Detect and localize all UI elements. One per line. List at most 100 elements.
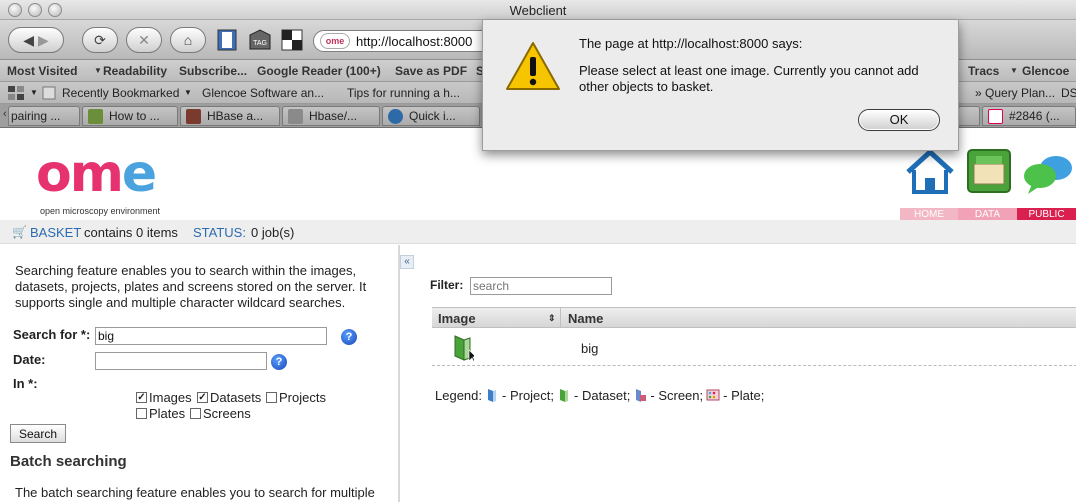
tab-ticket-2846[interactable]: #2846 (... xyxy=(982,106,1076,126)
checkbox-box[interactable]: ✓ xyxy=(136,392,147,403)
tab-label: Hbase/... xyxy=(309,109,358,123)
bookmark-folder-icon xyxy=(42,86,56,100)
tab-how-to[interactable]: How to ... xyxy=(82,106,178,126)
alert-dialog: The page at http://localhost:8000 says: … xyxy=(482,20,959,151)
logo-word: ome xyxy=(36,144,157,204)
wordpress-icon xyxy=(388,109,403,124)
window-titlebar: Webclient xyxy=(0,0,1076,20)
url-text[interactable]: http://localhost:8000 xyxy=(356,34,472,49)
bookmark-tracs[interactable]: Tracs xyxy=(968,64,999,78)
tab-label: #2846 (... xyxy=(1009,109,1060,123)
webclient-page: ome open microscopy environment HOME DAT… xyxy=(0,128,1076,502)
project-icon xyxy=(488,389,496,402)
results-panel: Filter: Image ⇕ Name big Legend: - Proje… xyxy=(416,245,1076,502)
tab-pairing[interactable]: pairing ... xyxy=(8,106,80,126)
bookmark-tips-running[interactable]: Tips for running a h... xyxy=(347,86,460,100)
warning-icon xyxy=(506,42,560,90)
checkbox-plates[interactable]: Plates xyxy=(136,406,185,421)
help-icon[interactable]: ? xyxy=(341,329,357,345)
tabs-scroll-left-icon[interactable]: ‹ xyxy=(3,108,7,120)
bookmark-subscribe[interactable]: Subscribe... xyxy=(179,64,247,78)
ome-logo[interactable]: ome open microscopy environment xyxy=(36,144,166,220)
status-bar: 🛒 BASKET contains 0 items STATUS: 0 job(… xyxy=(0,220,1076,244)
legend-dataset: - Dataset; xyxy=(574,387,631,403)
back-forward-buttons[interactable]: ◀ ▶ xyxy=(8,27,64,53)
checker-tool-icon[interactable] xyxy=(279,27,305,53)
logo-subtitle: open microscopy environment xyxy=(40,206,161,216)
dataset-icon xyxy=(560,389,569,402)
column-image[interactable]: Image xyxy=(438,311,476,326)
column-divider xyxy=(560,308,561,327)
stop-button[interactable]: ✕ xyxy=(126,27,162,53)
bookmark-save-as-pdf[interactable]: Save as PDF xyxy=(395,64,467,78)
back-arrow-icon[interactable]: ◀ xyxy=(23,32,34,49)
data-nav-icon[interactable] xyxy=(964,146,1014,196)
checkbox-images[interactable]: ✓ Images xyxy=(136,390,192,405)
page-favicon-icon xyxy=(186,109,201,124)
forward-arrow-icon[interactable]: ▶ xyxy=(38,32,49,49)
reload-icon: ⟳ xyxy=(94,31,106,48)
search-description: Searching feature enables you to search … xyxy=(15,263,367,310)
table-row[interactable]: big xyxy=(432,330,1076,366)
tab-label: HBase a... xyxy=(207,109,264,123)
chevron-down-icon: ▼ xyxy=(94,66,102,75)
checkbox-box[interactable] xyxy=(190,408,201,419)
checkbox-box[interactable] xyxy=(266,392,277,403)
site-favicon-icon: ome xyxy=(320,33,350,49)
checkbox-datasets[interactable]: ✓ Datasets xyxy=(197,390,261,405)
checkbox-projects[interactable]: Projects xyxy=(266,390,326,405)
reload-button[interactable]: ⟳ xyxy=(82,27,118,53)
date-input[interactable] xyxy=(95,352,267,370)
dataset-icon[interactable] xyxy=(452,334,474,362)
home-nav-icon[interactable] xyxy=(904,148,956,196)
tab-hbase-wiki[interactable]: Hbase/... xyxy=(282,106,380,126)
tab-hidden[interactable] xyxy=(958,106,980,126)
home-button[interactable]: ⌂ xyxy=(170,27,206,53)
help-icon[interactable]: ? xyxy=(271,354,287,370)
checkbox-box[interactable]: ✓ xyxy=(197,392,208,403)
row-name[interactable]: big xyxy=(581,341,598,356)
search-panel: Searching feature enables you to search … xyxy=(0,245,400,502)
in-label: In *: xyxy=(13,376,38,391)
basket-link[interactable]: BASKET xyxy=(30,225,81,240)
stop-icon: ✕ xyxy=(138,31,150,48)
ok-button[interactable]: OK xyxy=(858,109,940,131)
chevron-down-icon: ▼ xyxy=(1010,66,1018,75)
tab-quick-i[interactable]: Quick i... xyxy=(382,106,480,126)
window-title: Webclient xyxy=(509,3,567,18)
dialog-title: The page at http://localhost:8000 says: xyxy=(579,36,803,51)
tab-hbase-a[interactable]: HBase a... xyxy=(180,106,280,126)
chevron-down-icon: ▼ xyxy=(30,88,38,97)
legend-project: - Project; xyxy=(502,387,555,403)
basket-icon[interactable]: 🛒 xyxy=(12,225,27,239)
column-name[interactable]: Name xyxy=(568,311,603,326)
bookmark-readability[interactable]: Readability xyxy=(103,64,167,78)
tag-icon[interactable]: TAG xyxy=(247,27,273,53)
page-favicon-icon xyxy=(88,109,103,124)
collapse-panel-button[interactable]: « xyxy=(400,255,414,269)
bookmark-glencoe-software[interactable]: Glencoe Software an... xyxy=(202,86,324,100)
legend: Legend: - Project; - Dataset; - Screen; … xyxy=(435,387,764,403)
search-button[interactable]: Search xyxy=(10,424,67,443)
status-link[interactable]: STATUS: xyxy=(193,225,246,240)
bookmark-most-visited[interactable]: Most Visited xyxy=(7,64,77,78)
bookmark-ds[interactable]: DS xyxy=(1061,86,1076,100)
checkbox-screens[interactable]: Screens xyxy=(190,406,251,421)
main-nav-icons: HOME DATA PUBLIC xyxy=(900,146,1076,221)
bookmark-google-reader[interactable]: Google Reader (100+) xyxy=(257,64,381,78)
sort-icon[interactable]: ⇕ xyxy=(548,313,556,324)
bookmark-glencoe[interactable]: Glencoe xyxy=(1022,64,1069,78)
search-for-label: Search for *: xyxy=(13,327,91,342)
filter-input[interactable] xyxy=(470,277,612,295)
checkbox-box[interactable] xyxy=(136,408,147,419)
bookmark-tool-icon[interactable] xyxy=(214,27,240,53)
screen-icon xyxy=(636,389,647,402)
bookmarks-menu-icon[interactable] xyxy=(8,86,24,100)
bookmark-query-plan[interactable]: » Query Plan... xyxy=(975,86,1055,100)
tab-label: Quick i... xyxy=(409,109,456,123)
tab-label: pairing ... xyxy=(11,109,61,123)
public-nav-icon[interactable] xyxy=(1022,152,1074,196)
dialog-message: Please select at least one image. Curren… xyxy=(579,63,919,94)
bookmark-recently-bookmarked[interactable]: Recently Bookmarked xyxy=(62,86,179,100)
search-input[interactable] xyxy=(95,327,327,345)
